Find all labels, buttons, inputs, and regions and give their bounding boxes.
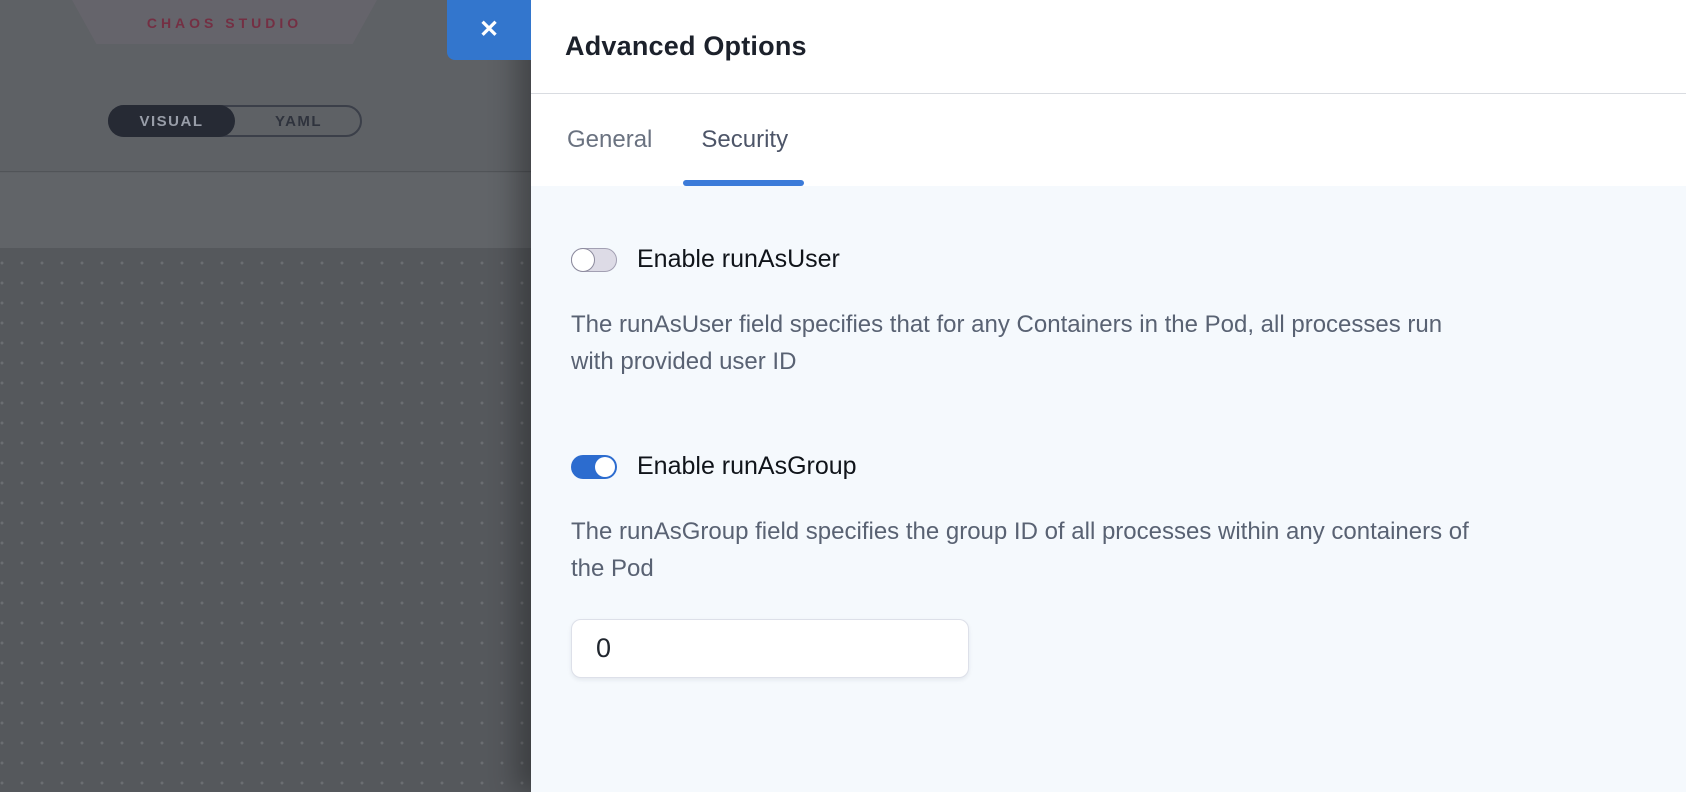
advanced-options-drawer: Advanced Options General Security Enable… [531,0,1686,792]
tab-general-label: General [567,126,652,154]
run-as-group-toggle-label: Enable runAsGroup [637,452,857,481]
toggle-knob [595,457,615,477]
workflow-dotted-canvas[interactable] [0,248,531,792]
close-icon: ✕ [479,18,499,42]
tab-security[interactable]: Security [701,94,788,186]
drawer-title: Advanced Options [565,31,807,62]
canvas-toolbar-strip [0,173,531,248]
view-toggle-yaml-label: YAML [275,113,322,130]
drawer-tabbar: General Security [531,94,1686,186]
drawer-header: Advanced Options [531,0,1686,94]
active-tab-indicator [683,180,804,186]
run-as-user-toggle-label: Enable runAsUser [637,245,840,274]
run-as-group-toggle[interactable] [571,455,617,479]
run-as-user-toggle[interactable] [571,248,617,272]
security-tab-panel: Enable runAsUser The runAsUser field spe… [531,186,1686,792]
run-as-user-toggle-row: Enable runAsUser [571,245,1646,274]
view-toggle-visual-label: VISUAL [139,113,203,130]
visual-yaml-toggle[interactable]: VISUAL YAML [108,105,362,137]
run-as-user-section: Enable runAsUser The runAsUser field spe… [571,245,1646,380]
canvas-backdrop: CHAOS STUDIO VISUAL YAML [0,0,531,792]
run-as-group-section: Enable runAsGroup The runAsGroup field s… [571,452,1646,678]
tab-general[interactable]: General [567,94,652,186]
close-drawer-button[interactable]: ✕ [447,0,531,60]
brand-title: CHAOS STUDIO [147,13,302,31]
brand-ribbon: CHAOS STUDIO [72,0,377,44]
run-as-group-toggle-row: Enable runAsGroup [571,452,1646,481]
tab-security-label: Security [701,126,788,154]
view-toggle-yaml[interactable]: YAML [235,107,362,135]
run-as-group-description: The runAsGroup field specifies the group… [571,513,1471,587]
toggle-knob [571,248,595,272]
view-toggle-visual[interactable]: VISUAL [108,105,235,137]
run-as-user-description: The runAsUser field specifies that for a… [571,306,1471,380]
run-as-group-id-input[interactable] [571,619,969,678]
